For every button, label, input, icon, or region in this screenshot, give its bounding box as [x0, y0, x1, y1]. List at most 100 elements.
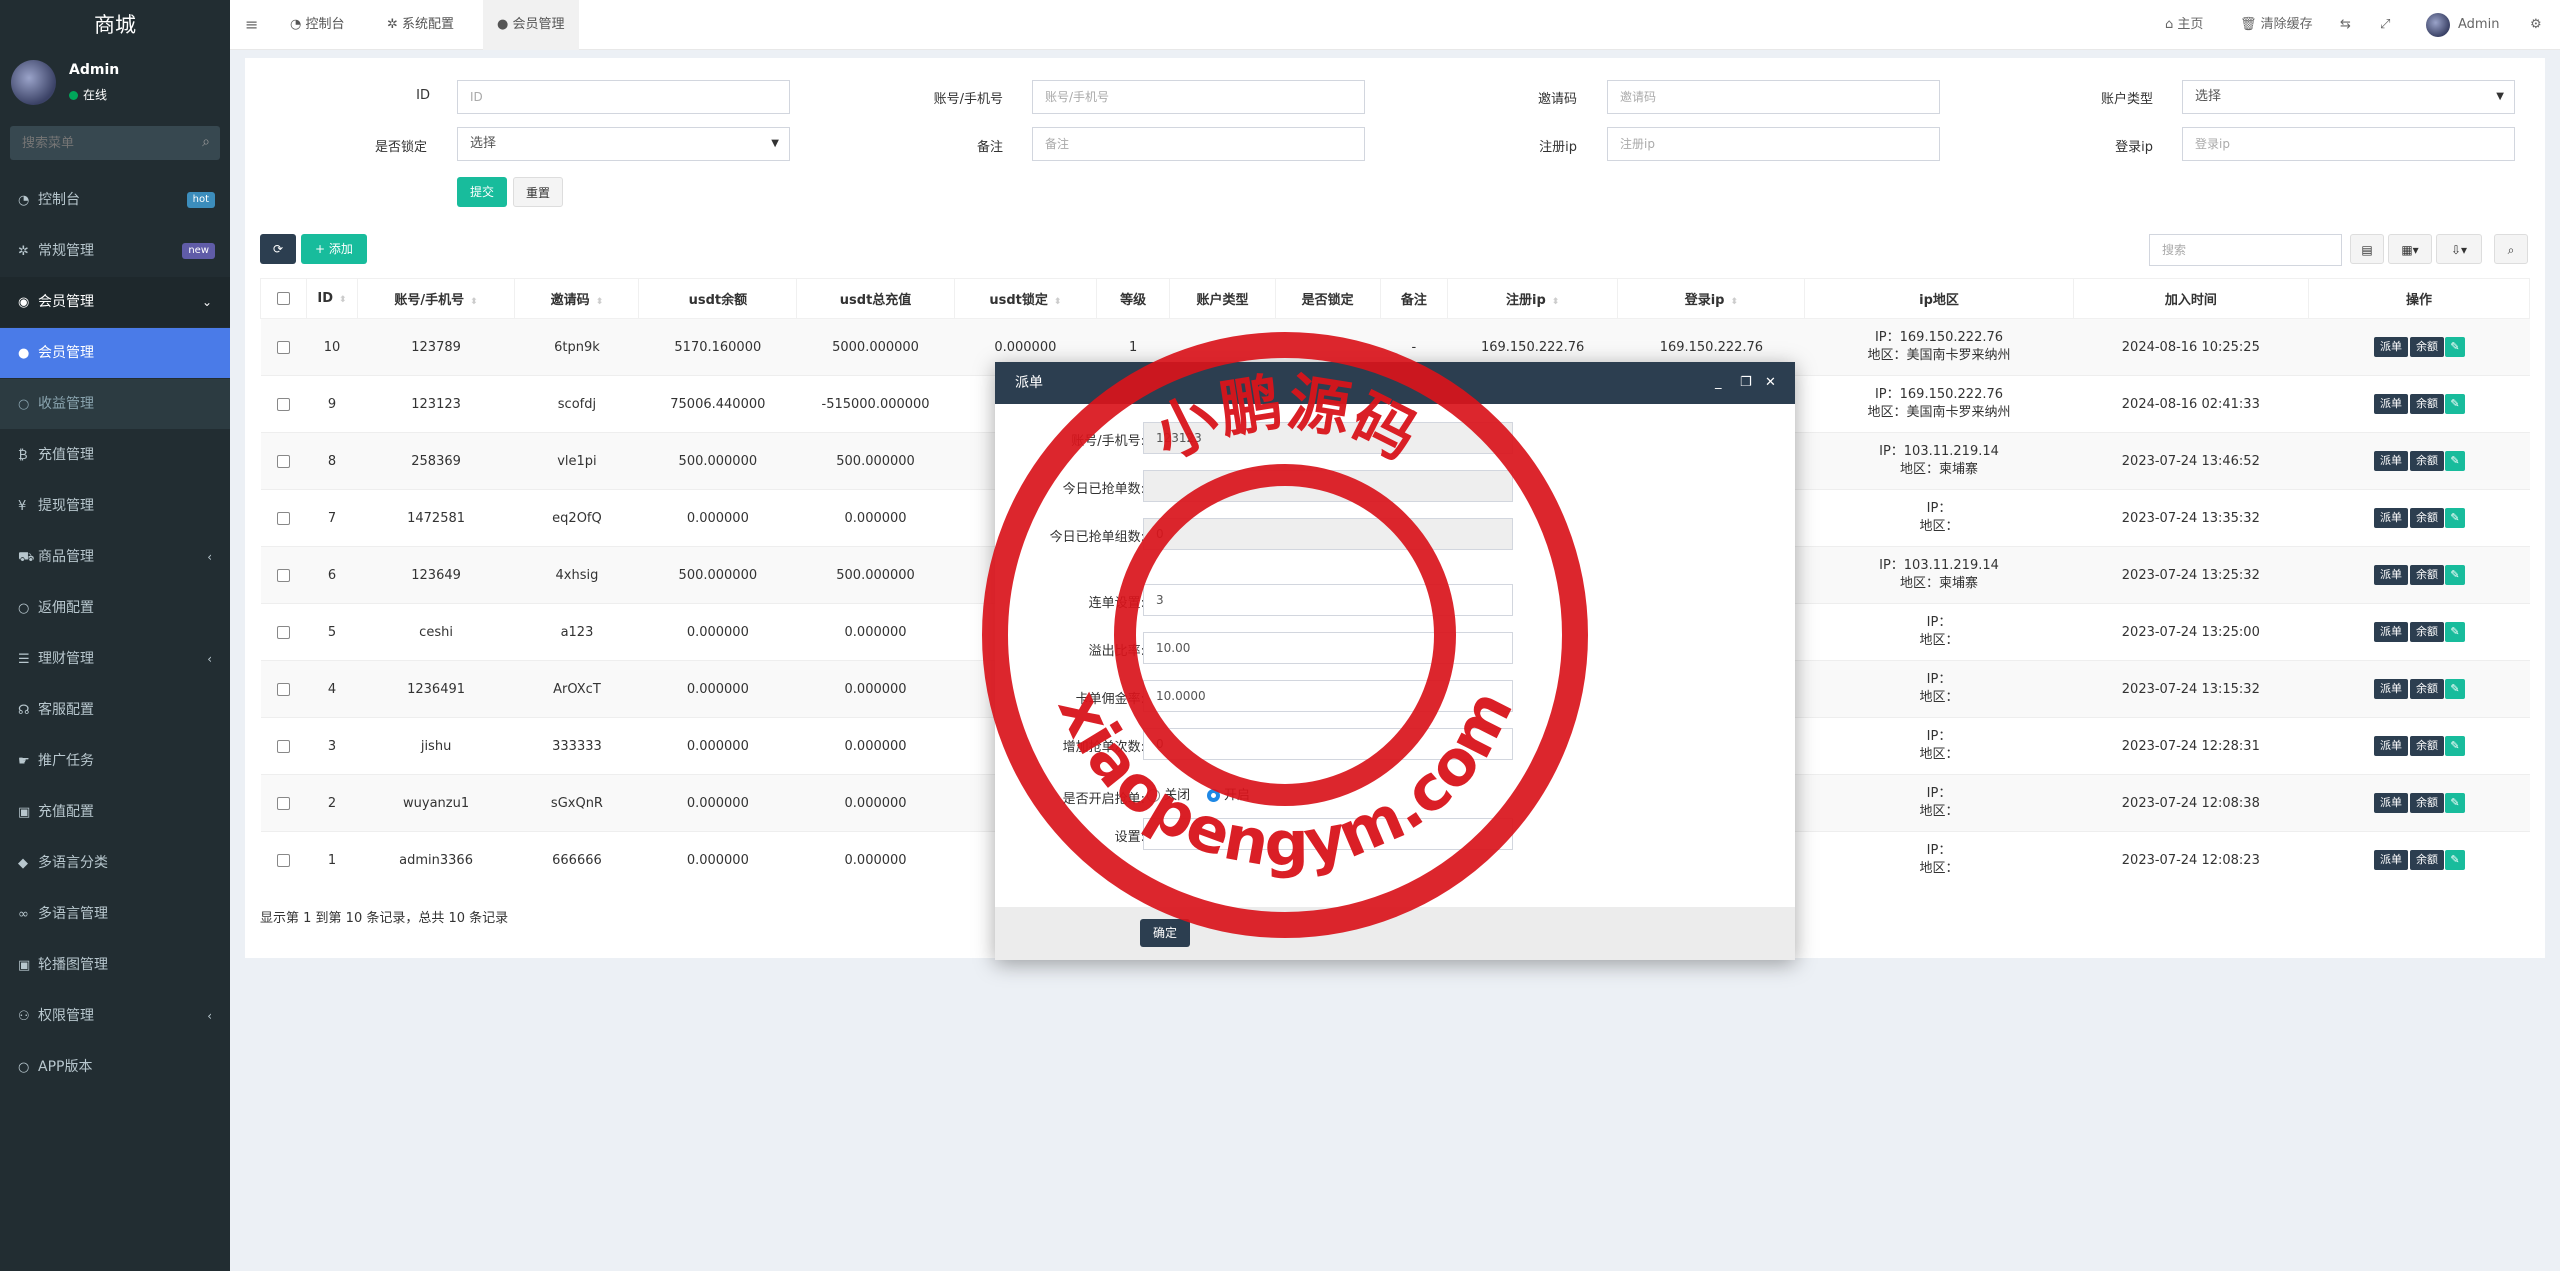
edit-icon[interactable]: ✎ — [2445, 736, 2466, 756]
tab-system-config[interactable]: ✲ 系统配置 — [375, 0, 466, 50]
row-checkbox[interactable] — [277, 340, 291, 354]
admin-menu[interactable]: Admin — [2458, 0, 2499, 50]
sidebar-item-4[interactable]: ○ 收益管理 — [0, 379, 230, 429]
balance-button[interactable]: 余额 — [2410, 736, 2445, 756]
app-logo[interactable]: 商城 — [0, 0, 230, 50]
sort-icon[interactable]: ⬍ — [339, 295, 347, 305]
filter-reg-ip-input[interactable]: 注册ip — [1607, 127, 1940, 161]
balance-button[interactable]: 余额 — [2410, 394, 2445, 414]
column-header[interactable]: 等级 — [1095, 278, 1171, 319]
column-header[interactable]: 备注 — [1379, 278, 1448, 319]
maximize-icon[interactable]: ❐ — [1740, 362, 1752, 404]
submit-button[interactable]: 提交 — [457, 177, 507, 207]
columns-icon[interactable]: ▦▾ — [2388, 234, 2432, 264]
sidebar-item-16[interactable]: ⚇ 权限管理 ‹ — [0, 991, 230, 1041]
close-icon[interactable]: ✕ — [1765, 362, 1776, 404]
dispatch-button[interactable]: 派单 — [2374, 850, 2409, 871]
header-avatar[interactable] — [2426, 13, 2450, 37]
balance-button[interactable]: 余额 — [2410, 850, 2445, 871]
sort-icon[interactable]: ⬍ — [596, 297, 604, 307]
filter-id-input[interactable]: ID — [457, 80, 790, 114]
tab-dashboard[interactable]: ◔ 控制台 — [278, 0, 357, 50]
sidebar-item-2[interactable]: ◉ 会员管理 ⌄ — [0, 277, 230, 327]
filter-account-input[interactable]: 账号/手机号 — [1032, 80, 1365, 114]
column-header[interactable]: usdt余额 — [638, 278, 798, 319]
modal-field-input[interactable]: 3 — [1143, 584, 1513, 616]
select-all-checkbox[interactable] — [277, 292, 291, 305]
settings-icon[interactable]: ⚙ — [2530, 0, 2542, 50]
edit-icon[interactable]: ✎ — [2445, 679, 2466, 699]
column-header[interactable]: 加入时间 — [2072, 278, 2310, 319]
balance-button[interactable]: 余额 — [2410, 793, 2445, 813]
filter-locked-select[interactable]: 选择 ▼ — [457, 127, 790, 161]
balance-button[interactable]: 余额 — [2410, 565, 2445, 585]
dispatch-button[interactable]: 派单 — [2374, 337, 2409, 357]
row-checkbox[interactable] — [277, 454, 291, 468]
radio-on[interactable] — [1206, 789, 1220, 802]
sidebar-item-3[interactable]: ● 会员管理 — [0, 328, 230, 378]
balance-button[interactable]: 余额 — [2410, 508, 2445, 528]
column-header[interactable]: ip地区 — [1804, 278, 2074, 319]
edit-icon[interactable]: ✎ — [2445, 451, 2466, 471]
search-icon[interactable]: ⌕ — [202, 134, 210, 150]
filter-remark-input[interactable]: 备注 — [1032, 127, 1365, 161]
edit-icon[interactable]: ✎ — [2445, 394, 2466, 414]
modal-field-input[interactable]: 10.00 — [1143, 632, 1513, 664]
sort-icon[interactable]: ⬍ — [1054, 297, 1062, 307]
column-header[interactable]: usdt锁定 ⬍ — [953, 278, 1097, 319]
sidebar-item-13[interactable]: ◆ 多语言分类 — [0, 838, 230, 888]
filter-invite-input[interactable]: 邀请码 — [1607, 80, 1940, 114]
last-field-input[interactable] — [1143, 818, 1513, 850]
add-button[interactable]: + 添加 — [301, 234, 367, 264]
edit-icon[interactable]: ✎ — [2445, 622, 2466, 642]
sidebar-item-9[interactable]: ☰ 理财管理 ‹ — [0, 634, 230, 684]
row-checkbox[interactable] — [277, 397, 291, 411]
radio-off[interactable] — [1147, 789, 1160, 802]
column-header[interactable]: 登录ip ⬍ — [1617, 278, 1806, 319]
modal-field-input[interactable]: 10.0000 — [1143, 680, 1513, 712]
column-header[interactable]: 账号/手机号 ⬍ — [356, 278, 516, 319]
column-header[interactable]: ID ⬍ — [306, 278, 358, 319]
home-button[interactable]: ⌂ 主页 — [2165, 0, 2203, 50]
sort-icon[interactable]: ⬍ — [1730, 297, 1738, 307]
sidebar-item-17[interactable]: ○ APP版本 — [0, 1042, 230, 1092]
balance-button[interactable]: 余额 — [2410, 337, 2445, 357]
edit-icon[interactable]: ✎ — [2445, 337, 2466, 357]
sidebar-item-14[interactable]: ∞ 多语言管理 — [0, 889, 230, 939]
dispatch-button[interactable]: 派单 — [2374, 394, 2409, 414]
minimize-icon[interactable]: _ — [1715, 362, 1722, 404]
balance-button[interactable]: 余额 — [2410, 622, 2445, 642]
row-checkbox[interactable] — [277, 853, 291, 867]
sidebar-item-7[interactable]: ⛟ 商品管理 ‹ — [0, 532, 230, 582]
column-header[interactable]: 操作 — [2308, 278, 2530, 319]
modal-field-input[interactable]: 0 — [1143, 728, 1513, 760]
balance-button[interactable]: 余额 — [2410, 679, 2445, 699]
language-icon[interactable]: ⇆ — [2340, 0, 2351, 50]
dispatch-button[interactable]: 派单 — [2374, 736, 2409, 756]
reset-button[interactable]: 重置 — [513, 177, 563, 207]
filter-login-ip-input[interactable]: 登录ip — [2182, 127, 2515, 161]
sidebar-toggle-icon[interactable]: ≡ — [245, 0, 258, 50]
export-icon[interactable]: ⇩▾ — [2436, 234, 2482, 264]
table-search-input[interactable]: 搜索 — [2149, 234, 2342, 266]
refresh-icon[interactable]: ⟳ — [260, 234, 296, 264]
sidebar-item-0[interactable]: ◔ 控制台 hot — [0, 175, 230, 225]
sidebar-item-12[interactable]: ▣ 充值配置 — [0, 787, 230, 837]
row-checkbox[interactable] — [277, 739, 291, 753]
sidebar-item-11[interactable]: ☛ 推广任务 — [0, 736, 230, 786]
sidebar-search[interactable]: ⌕ — [10, 126, 220, 160]
edit-icon[interactable]: ✎ — [2445, 565, 2466, 585]
sidebar-item-8[interactable]: ○ 返佣配置 — [0, 583, 230, 633]
dispatch-button[interactable]: 派单 — [2374, 793, 2409, 813]
row-checkbox[interactable] — [277, 682, 291, 696]
row-checkbox[interactable] — [277, 511, 291, 525]
sidebar-item-6[interactable]: ¥ 提现管理 — [0, 481, 230, 531]
column-header[interactable]: usdt总充值 — [796, 278, 955, 319]
fullscreen-icon[interactable]: ⤢ — [2380, 0, 2390, 50]
toggle-view-icon[interactable]: ▤ — [2350, 234, 2384, 264]
balance-button[interactable]: 余额 — [2410, 451, 2445, 471]
sort-icon[interactable]: ⬍ — [470, 297, 478, 307]
dispatch-button[interactable]: 派单 — [2374, 565, 2409, 585]
filter-account-type-select[interactable]: 选择 ▼ — [2182, 80, 2515, 114]
sidebar-item-1[interactable]: ✲ 常规管理 new — [0, 226, 230, 276]
